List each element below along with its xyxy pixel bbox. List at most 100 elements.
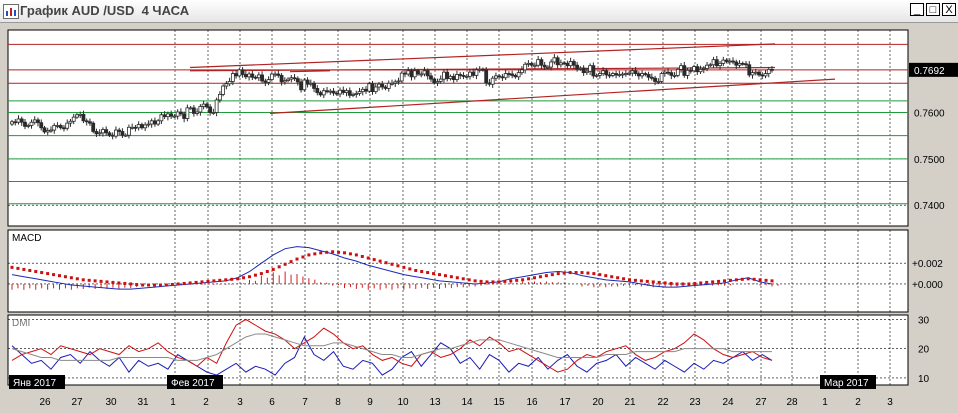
date-axis-label: 22 [657,397,669,408]
candle-body [256,74,261,79]
macd-signal-dot [503,279,507,283]
macd-signal-dot [87,278,91,282]
candle-body [390,82,394,85]
candle-body [448,75,453,80]
candle-body [211,112,216,114]
macd-signal-dot [176,282,180,286]
macd-signal-dot [669,281,673,285]
candle-body [490,77,495,85]
candle-body [406,70,411,75]
candle-body [630,70,635,74]
candle-body [45,130,50,133]
candle-body [289,77,294,80]
candle-body [65,122,70,129]
close-button[interactable]: X [942,3,956,16]
candle-body [78,113,83,116]
macd-signal-dot [633,278,637,282]
chart-area[interactable]: 0.7600 0.7500 0.7400 0.7692 +0.002 +0.000 30 20… [0,23,958,413]
macd-signal-dot [230,277,234,281]
candle-body [221,85,226,95]
macd-signal-dot [224,278,228,282]
macd-signal-dot [46,272,50,276]
macd-signal-dot [408,267,412,271]
macd-signal-dot [22,267,26,271]
macd-signal-dot [265,270,269,274]
date-axis-label: 2 [855,397,861,408]
macd-signal-dot [271,267,275,271]
macd-signal-dot [515,278,519,282]
candle-body [302,79,307,91]
macd-signal-dot [550,273,554,277]
macd-signal-dot [485,280,489,284]
candle-body [315,87,320,93]
date-axis-label: 2 [203,397,209,408]
candle-body [13,121,18,124]
macd-signal-dot [402,265,406,269]
candle-body [204,103,209,108]
macd-panel[interactable] [7,229,909,313]
candle-body [549,61,554,68]
macd-signal-dot [580,271,584,275]
candle-body [94,131,99,135]
macd-signal-dot [461,277,465,281]
price-axis-label: 0.7600 [914,108,945,119]
candle-body [334,92,339,95]
candle-body [669,72,674,76]
minimize-button[interactable]: _ [910,3,924,16]
macd-signal-dot [372,258,376,262]
month-label: Янв 2017 [13,378,57,389]
date-axis-label: 1 [170,397,176,408]
candle-body [497,75,502,78]
candle-body [409,70,414,78]
candle-body [299,81,303,91]
macd-signal-dot [533,276,536,280]
macd-signal-dot [651,280,655,284]
macd-signal-dot [711,280,715,284]
candle-body [380,83,385,88]
candle-body [662,71,667,74]
macd-signal-dot [58,274,61,278]
candle-body [188,107,193,110]
price-axis-label: 0.7500 [914,155,945,166]
candle-body [753,71,758,74]
macd-signal-dot [164,283,168,287]
candle-body [607,74,612,77]
date-axis-label: 28 [786,397,798,408]
dmi-axis-label: 20 [918,345,930,356]
month-label: Фев 2017 [171,378,215,389]
candle-body [578,67,583,70]
candle-body [727,60,732,63]
candle-body [399,72,404,82]
macd-signal-dot [556,272,560,276]
candle-body [191,107,196,114]
candle-body [539,59,544,66]
macd-signal-dot [153,283,156,287]
macd-signal-dot [343,251,346,255]
maximize-button[interactable]: □ [926,3,940,16]
candle-body [42,127,47,133]
macd-signal-dot [645,279,649,283]
date-axis-label: 20 [592,397,604,408]
candle-body [507,73,511,75]
macd-signal-dot [455,276,459,280]
macd-signal-dot [117,281,121,285]
title-bar[interactable]: График AUD /USD 4 ЧАСА _ □ X [0,0,958,23]
candle-body [591,65,596,77]
date-axis-label: 6 [269,397,275,408]
candle-body [312,82,316,89]
candle-body [55,125,60,127]
date-axis-label: 15 [493,397,505,408]
dmi-axis-label: 10 [918,374,930,385]
candle-body [29,121,34,126]
macd-signal-dot [723,279,726,283]
macd-signal-dot [378,259,382,263]
candle-body [120,131,125,136]
macd-label: MACD [12,233,41,244]
candle-body [643,73,648,75]
candle-body [419,73,424,76]
candle-body [396,80,401,83]
candle-body [513,75,518,78]
candle-body [224,83,229,87]
macd-signal-dot [325,250,329,254]
candle-body [331,90,336,94]
